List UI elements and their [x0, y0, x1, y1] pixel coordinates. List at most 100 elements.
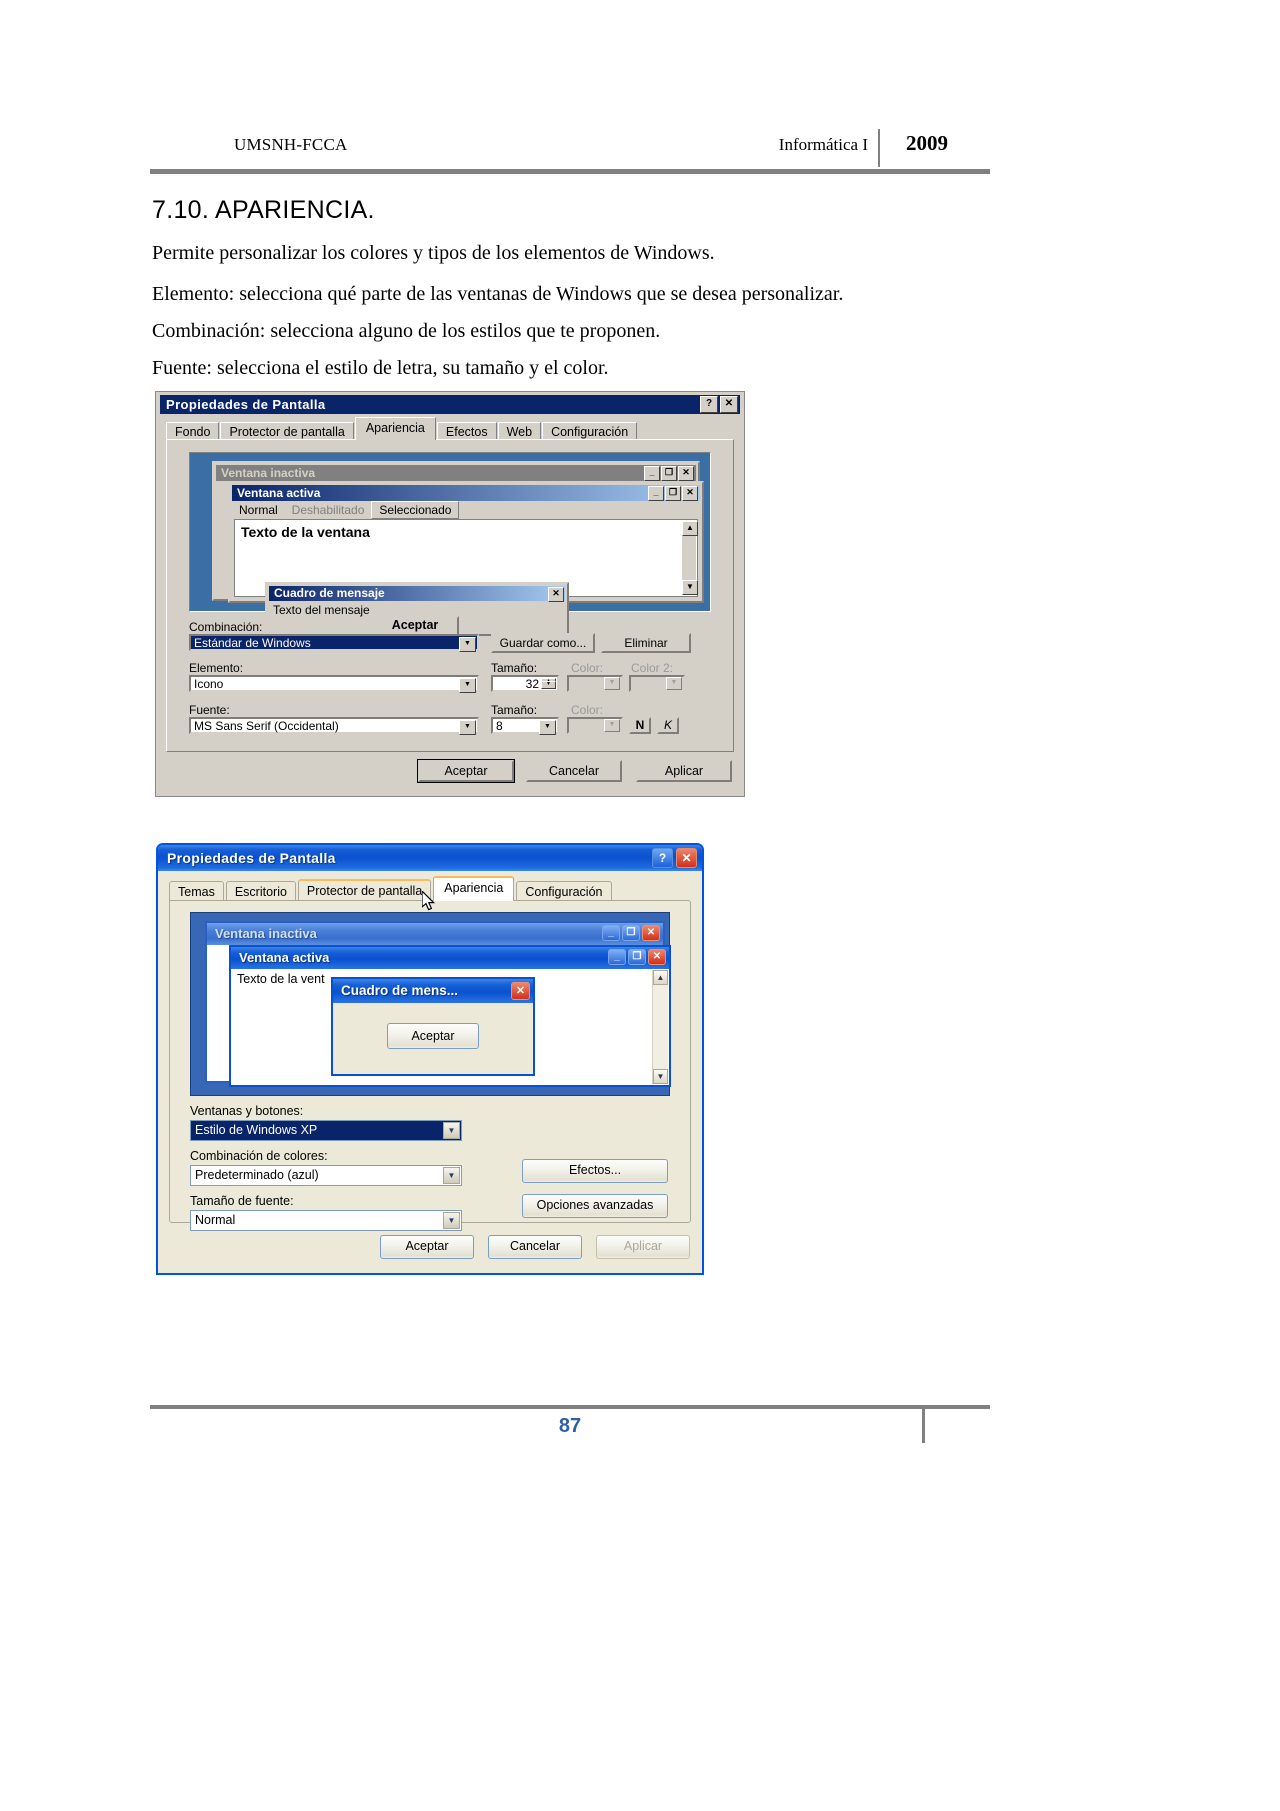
font-color-label: Color: — [571, 703, 604, 717]
scroll-down-icon: ▼ — [682, 580, 698, 595]
preview-active-titlebar: Ventana activa — [231, 947, 669, 969]
italic-button[interactable]: K — [657, 717, 679, 734]
cancel-button[interactable]: Cancelar — [488, 1235, 582, 1259]
size-label: Tamaño: — [491, 661, 538, 675]
xp-dialog-footer: Aceptar Cancelar Aplicar — [158, 1225, 702, 1273]
header-institution: UMSNH-FCCA — [234, 135, 348, 154]
font-size-combobox[interactable]: 8 ▼ — [491, 717, 559, 735]
chevron-down-icon[interactable]: ▼ — [443, 1122, 460, 1139]
close-icon[interactable]: ✕ — [676, 848, 697, 868]
chevron-down-icon[interactable]: ▼ — [459, 637, 476, 652]
chevron-down-icon[interactable]: ▼ — [459, 720, 476, 735]
element-label: Elemento: — [189, 661, 244, 675]
chevron-down-icon: ▼ — [604, 677, 620, 690]
document-page: UMSNH-FCCA Informática I 2009 7.10. APAR… — [0, 0, 1280, 1811]
close-icon: ✕ — [682, 486, 698, 501]
header-rule — [150, 169, 990, 174]
preview-active-window-buttons: _ ❐ ✕ — [648, 486, 698, 501]
preview-inactive-window: Ventana inactiva _ ❐ ✕ Ventana activa _ … — [212, 461, 704, 637]
close-icon: ✕ — [642, 925, 660, 941]
preview-window-text: Texto de la ventana — [241, 524, 370, 540]
advanced-options-button[interactable]: Opciones avanzadas — [522, 1194, 668, 1218]
display-properties-classic-dialog: Propiedades de Pantalla ? ✕ Fondo Protec… — [156, 392, 744, 796]
paragraph-4: Fuente: selecciona el estilo de letra, s… — [152, 357, 609, 379]
preview-scrollbar: ▲ ▼ — [652, 970, 668, 1084]
cancel-button[interactable]: Cancelar — [526, 760, 622, 782]
close-icon: ✕ — [548, 587, 564, 602]
appearance-preview[interactable]: Ventana inactiva _ ❐ ✕ Ventana activa _ … — [189, 452, 711, 637]
combination-combobox[interactable]: Estándar de Windows ▼ — [189, 634, 479, 652]
close-icon[interactable]: ✕ — [720, 396, 738, 413]
preview-scrollbar: ▲ ▼ — [682, 521, 698, 595]
combination-label: Combinación: — [189, 620, 263, 634]
apply-button: Aplicar — [596, 1235, 690, 1259]
font-size-value: 8 — [496, 719, 503, 733]
effects-button[interactable]: Efectos... — [522, 1159, 668, 1183]
delete-button[interactable]: Eliminar — [601, 633, 691, 653]
footer-rule — [150, 1405, 990, 1409]
tab-apariencia[interactable]: Apariencia — [354, 417, 436, 440]
windows-and-buttons-label: Ventanas y botones: — [190, 1104, 304, 1118]
scroll-up-icon: ▲ — [682, 521, 698, 536]
preview-menu-bar: Normal Deshabilitado Seleccionado — [232, 501, 700, 519]
bold-button[interactable]: N — [629, 717, 651, 734]
minimize-icon: _ — [602, 925, 620, 941]
font-label: Fuente: — [189, 703, 230, 717]
accept-button[interactable]: Aceptar — [380, 1235, 474, 1259]
xp-titlebar-buttons: ? ✕ — [652, 848, 697, 868]
tab-protector-de-pantalla[interactable]: Protector de pantalla — [297, 879, 432, 902]
paragraph-2: Elemento: selecciona qué parte de las ve… — [152, 283, 844, 305]
font-size-label: Tamaño: — [491, 703, 538, 717]
classic-dialog-title: Propiedades de Pantalla — [166, 397, 326, 412]
tab-apariencia[interactable]: Apariencia — [433, 876, 515, 901]
preview-window-text: Texto de la vent — [237, 972, 325, 986]
apply-button[interactable]: Aplicar — [636, 760, 732, 782]
color2-picker: ▼ — [629, 675, 685, 692]
appearance-preview[interactable]: Ventana inactiva _ ❐ ✕ Ventana activa _ … — [190, 912, 671, 1096]
classic-titlebar: Propiedades de Pantalla — [160, 395, 740, 414]
classic-dialog-footer: Aceptar Cancelar Aplicar — [156, 752, 744, 796]
chevron-down-icon[interactable]: ▼ — [459, 678, 476, 693]
element-value: Icono — [194, 677, 224, 691]
scroll-down-icon: ▼ — [653, 1069, 668, 1084]
page-number: 87 — [558, 1415, 582, 1437]
xp-tab-panel: Ventana inactiva _ ❐ ✕ Ventana activa _ … — [169, 900, 691, 1231]
font-color-picker: ▼ — [567, 717, 623, 734]
color-picker: ▼ — [567, 675, 623, 692]
color-label: Color: — [571, 661, 604, 675]
help-icon[interactable]: ? — [652, 848, 673, 868]
section-title: 7.10. APARIENCIA. — [152, 196, 375, 224]
windows-and-buttons-value: Estilo de Windows XP — [195, 1123, 318, 1137]
paragraph-1: Permite personalizar los colores y tipos… — [152, 242, 715, 264]
maximize-icon: ❐ — [628, 949, 646, 965]
windows-and-buttons-combobox[interactable]: Estilo de Windows XP ▼ — [190, 1120, 462, 1141]
preview-inactive-window-buttons: _ ❐ ✕ — [644, 466, 694, 481]
paragraph-3: Combinación: selecciona alguno de los es… — [152, 320, 661, 342]
size-value: 32 — [525, 677, 539, 691]
color-scheme-label: Combinación de colores: — [190, 1149, 328, 1163]
classic-tab-panel: Ventana inactiva _ ❐ ✕ Ventana activa _ … — [166, 439, 734, 752]
save-as-button[interactable]: Guardar como... — [491, 633, 595, 653]
minimize-icon: _ — [644, 466, 660, 481]
preview-message-text: Texto del mensaje — [273, 603, 370, 617]
menu-item-normal: Normal — [239, 503, 278, 517]
chevron-down-icon: ▼ — [666, 677, 682, 690]
preview-active-window-buttons: _ ❐ ✕ — [608, 949, 666, 965]
accept-button[interactable]: Aceptar — [417, 759, 515, 783]
element-combobox[interactable]: Icono ▼ — [189, 675, 479, 693]
color-scheme-combobox[interactable]: Predeterminado (azul) ▼ — [190, 1165, 462, 1186]
preview-message-ok-button: Aceptar — [387, 1023, 479, 1049]
maximize-icon: ❐ — [661, 466, 677, 481]
help-icon[interactable]: ? — [700, 396, 718, 413]
spinner-down-icon[interactable]: ▼ — [541, 681, 556, 689]
combination-value: Estándar de Windows — [194, 636, 311, 650]
preview-message-box: Cuadro de mens... ✕ Aceptar — [331, 977, 535, 1076]
size-spinner[interactable]: 32 ▲ ▼ — [491, 675, 559, 692]
font-combobox[interactable]: MS Sans Serif (Occidental) ▼ — [189, 717, 479, 735]
chevron-down-icon[interactable]: ▼ — [443, 1167, 460, 1184]
chevron-down-icon[interactable]: ▼ — [539, 720, 556, 735]
menu-item-disabled: Deshabilitado — [291, 503, 365, 517]
preview-inactive-titlebar: Ventana inactiva — [207, 923, 663, 945]
menu-item-selected: Seleccionado — [371, 501, 460, 519]
color-scheme-value: Predeterminado (azul) — [195, 1168, 319, 1182]
